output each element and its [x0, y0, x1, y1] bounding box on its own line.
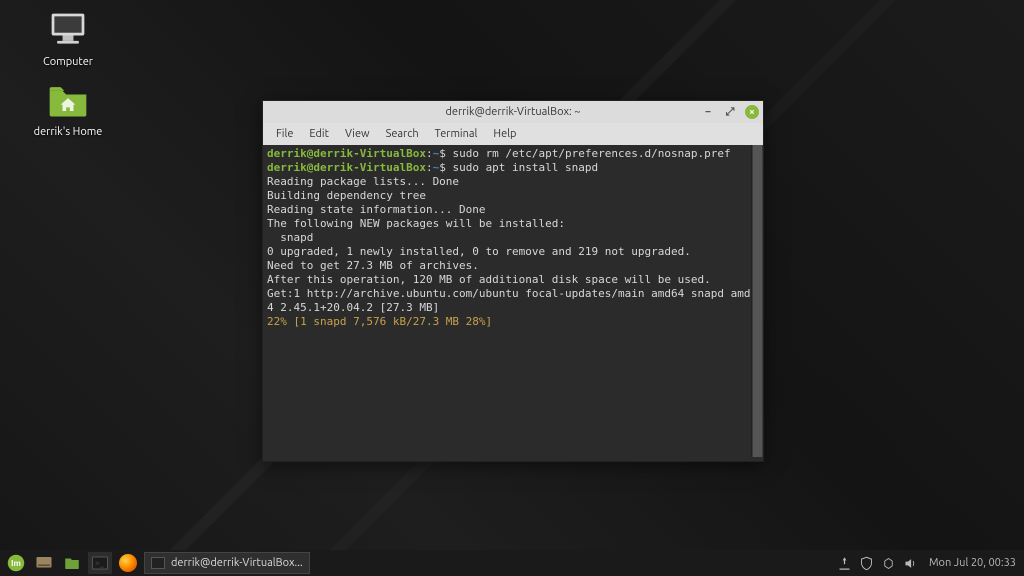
task-label: derrik@derrik-VirtualBox...	[171, 557, 303, 569]
firefox-icon	[119, 554, 137, 572]
terminal-line: Reading state information... Done	[267, 203, 759, 217]
folder-home-icon	[44, 78, 92, 122]
terminal-icon	[151, 557, 165, 569]
update-manager-icon[interactable]	[837, 555, 853, 571]
menu-terminal[interactable]: Terminal	[428, 126, 485, 142]
show-desktop-button[interactable]	[32, 552, 56, 574]
terminal-line: Building dependency tree	[267, 189, 759, 203]
computer-icon	[44, 8, 92, 52]
firefox-launcher[interactable]	[116, 552, 140, 574]
window-menubar: File Edit View Search Terminal Help	[263, 123, 763, 145]
window-minimize-button[interactable]: −	[701, 105, 715, 119]
taskbar-clock[interactable]: Mon Jul 20, 00:33	[929, 557, 1016, 569]
desktop-icon-label: Computer	[28, 56, 108, 68]
shield-icon[interactable]	[859, 555, 875, 571]
desktop-icon-computer[interactable]: Computer	[28, 8, 108, 68]
menu-view[interactable]: View	[338, 126, 377, 142]
menu-edit[interactable]: Edit	[302, 126, 336, 142]
terminal-line: The following NEW packages will be insta…	[267, 217, 759, 231]
svg-text:lm: lm	[11, 559, 21, 568]
taskbar: lm >_ derrik@derrik-VirtualBox... Mon Ju…	[0, 550, 1024, 576]
taskbar-task-terminal[interactable]: derrik@derrik-VirtualBox...	[144, 552, 310, 574]
terminal-line: After this operation, 120 MB of addition…	[267, 273, 759, 287]
scrollbar-thumb[interactable]	[753, 145, 762, 457]
desktop-icon-label: derrik's Home	[28, 126, 108, 138]
terminal-line: snapd	[267, 231, 759, 245]
terminal-launcher[interactable]: >_	[88, 552, 112, 574]
system-tray: Mon Jul 20, 00:33	[837, 555, 1020, 571]
terminal-window: derrik@derrik-VirtualBox: ~ − ⤢ × File E…	[262, 100, 764, 462]
terminal-line: 22% [1 snapd 7,576 kB/27.3 MB 28%]	[267, 315, 759, 329]
window-close-button[interactable]: ×	[745, 105, 759, 119]
terminal-line: 0 upgraded, 1 newly installed, 0 to remo…	[267, 245, 759, 259]
terminal-line: Reading package lists... Done	[267, 175, 759, 189]
file-manager-launcher[interactable]	[60, 552, 84, 574]
terminal-line: Need to get 27.3 MB of archives.	[267, 259, 759, 273]
terminal-scrollbar[interactable]	[751, 145, 763, 457]
menu-file[interactable]: File	[269, 126, 300, 142]
network-icon[interactable]	[881, 555, 897, 571]
desktop-icon-home[interactable]: derrik's Home	[28, 78, 108, 138]
menu-help[interactable]: Help	[486, 126, 523, 142]
menu-search[interactable]: Search	[379, 126, 426, 142]
window-maximize-button[interactable]: ⤢	[723, 105, 737, 119]
terminal-line: derrik@derrik-VirtualBox:~$ sudo apt ins…	[267, 161, 759, 175]
terminal-body[interactable]: derrik@derrik-VirtualBox:~$ sudo rm /etc…	[263, 145, 763, 461]
window-titlebar[interactable]: derrik@derrik-VirtualBox: ~ − ⤢ ×	[263, 101, 763, 123]
volume-icon[interactable]	[903, 555, 919, 571]
start-menu-button[interactable]: lm	[4, 552, 28, 574]
window-title: derrik@derrik-VirtualBox: ~	[446, 106, 581, 118]
svg-text:>_: >_	[96, 559, 105, 567]
terminal-line: derrik@derrik-VirtualBox:~$ sudo rm /etc…	[267, 147, 759, 161]
terminal-line: Get:1 http://archive.ubuntu.com/ubuntu f…	[267, 287, 759, 315]
